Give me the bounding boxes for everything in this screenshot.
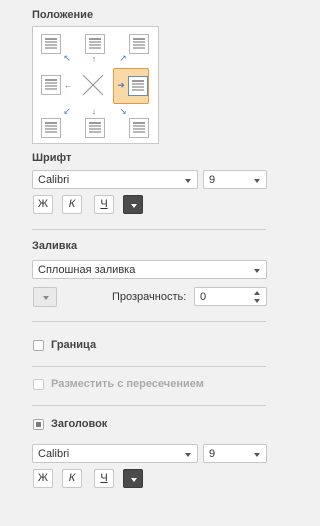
heading-color-button[interactable] bbox=[123, 469, 143, 488]
border-label: Граница bbox=[51, 339, 97, 351]
underline-button[interactable]: Ч bbox=[94, 195, 114, 214]
position-bottom[interactable] bbox=[85, 118, 105, 138]
position-top[interactable] bbox=[85, 34, 105, 54]
overlay-checkbox[interactable] bbox=[33, 379, 44, 390]
heading-font-size-select[interactable]: 9 bbox=[203, 444, 267, 463]
italic-button[interactable]: К bbox=[62, 195, 82, 214]
heading-checkbox[interactable] bbox=[33, 419, 44, 430]
chevron-down-icon bbox=[254, 453, 260, 457]
chevron-down-icon bbox=[131, 478, 137, 482]
transparency-label: Прозрачность: bbox=[112, 291, 187, 303]
fill-type-select[interactable]: Сплошная заливка bbox=[32, 260, 267, 279]
arrow-up-icon: ↑ bbox=[91, 54, 97, 64]
arrow-right-icon: ➜ bbox=[117, 80, 125, 90]
bold-button[interactable]: Ж bbox=[33, 195, 53, 214]
font-family-value: Calibri bbox=[38, 174, 70, 186]
font-size-value: 9 bbox=[209, 174, 216, 186]
position-top-left[interactable] bbox=[41, 34, 61, 54]
spin-down-icon[interactable] bbox=[254, 299, 260, 303]
divider bbox=[32, 321, 266, 322]
arrow-down-icon: ↓ bbox=[91, 106, 97, 116]
chevron-down-icon bbox=[43, 296, 49, 300]
position-bottom-left[interactable] bbox=[41, 118, 61, 138]
position-grid: ➜ ↖ ↑ ↗ ← ↙ ↓ ↘ bbox=[32, 26, 159, 144]
divider bbox=[32, 366, 266, 367]
transparency-input[interactable]: 0 bbox=[194, 287, 267, 306]
divider bbox=[32, 229, 266, 230]
heading-font-size-value: 9 bbox=[209, 448, 216, 460]
arrow-up-left-icon: ↖ bbox=[63, 53, 71, 63]
heading-bold-button[interactable]: Ж bbox=[33, 469, 53, 488]
position-top-right[interactable] bbox=[129, 34, 149, 54]
spin-up-icon[interactable] bbox=[254, 291, 260, 295]
border-checkbox[interactable] bbox=[33, 340, 44, 351]
transparency-value: 0 bbox=[200, 291, 207, 303]
font-family-select[interactable]: Calibri bbox=[32, 170, 198, 189]
heading-italic-button[interactable]: К bbox=[62, 469, 82, 488]
arrow-down-left-icon: ↙ bbox=[63, 106, 71, 116]
arrow-left-icon: ← bbox=[63, 80, 73, 90]
chevron-down-icon bbox=[254, 179, 260, 183]
heading-label: Заголовок bbox=[51, 418, 108, 430]
position-right-doc-icon bbox=[128, 76, 148, 96]
heading-underline-button[interactable]: Ч bbox=[94, 469, 114, 488]
heading-font-family-select[interactable]: Calibri bbox=[32, 444, 198, 463]
overlay-label: Разместить с пересечением bbox=[51, 378, 204, 390]
fill-title: Заливка bbox=[32, 240, 78, 252]
font-size-select[interactable]: 9 bbox=[203, 170, 267, 189]
font-title: Шрифт bbox=[32, 152, 72, 164]
arrow-up-right-icon: ↗ bbox=[119, 53, 127, 63]
font-color-button[interactable] bbox=[123, 195, 143, 214]
fill-color-button[interactable] bbox=[33, 287, 57, 307]
chevron-down-icon bbox=[185, 179, 191, 183]
position-left[interactable] bbox=[41, 75, 61, 95]
chevron-down-icon bbox=[185, 453, 191, 457]
center-cross-icon[interactable] bbox=[82, 74, 104, 96]
position-title: Положение bbox=[32, 9, 94, 21]
heading-font-family-value: Calibri bbox=[38, 448, 70, 460]
fill-type-value: Сплошная заливка bbox=[38, 264, 136, 276]
position-right-selected[interactable]: ➜ bbox=[113, 68, 149, 104]
arrow-down-right-icon: ↘ bbox=[119, 106, 127, 116]
chevron-down-icon bbox=[254, 269, 260, 273]
chevron-down-icon bbox=[131, 204, 137, 208]
divider bbox=[32, 405, 266, 406]
position-bottom-right[interactable] bbox=[129, 118, 149, 138]
